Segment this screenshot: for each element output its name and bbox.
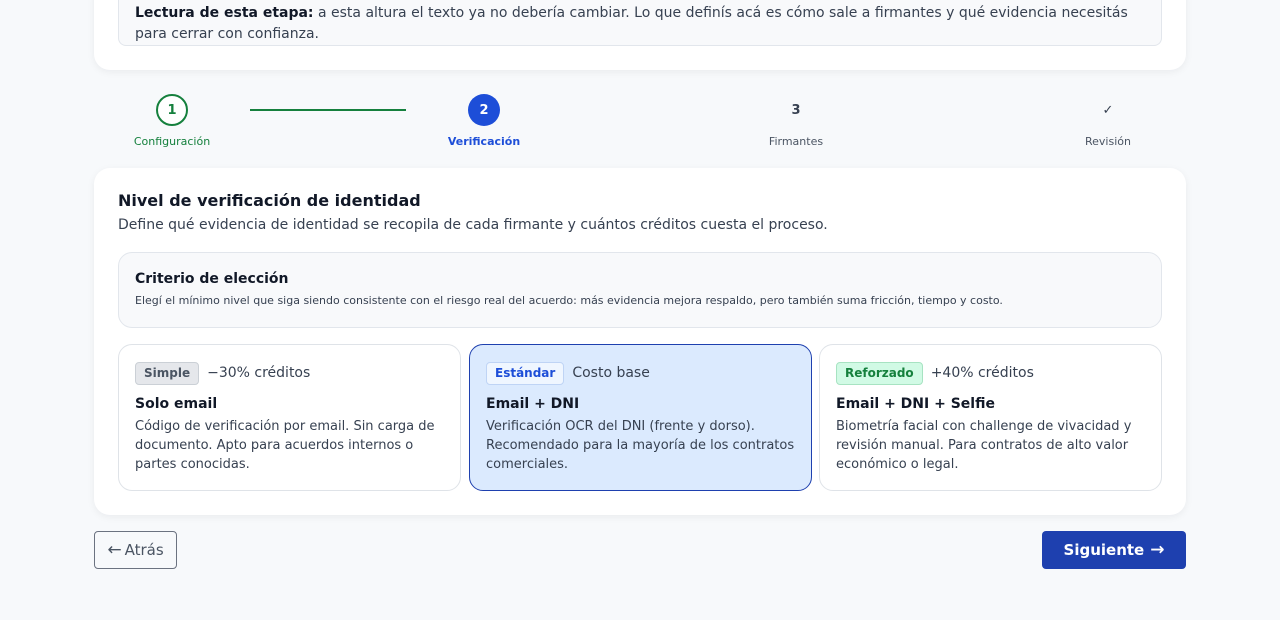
option-title: Solo email xyxy=(135,396,218,412)
step-number: 1 xyxy=(156,94,188,126)
step-number: 3 xyxy=(791,102,801,118)
verification-options: Simple −30% créditos Solo email Código d… xyxy=(118,344,1162,491)
step-label: Configuración xyxy=(133,135,211,148)
option-title: Email + DNI + Selfie xyxy=(836,396,995,412)
credit-cost: Costo base xyxy=(572,365,650,381)
check-icon: ✓ xyxy=(1102,102,1114,118)
section-subtitle: Define qué evidencia de identidad se rec… xyxy=(118,217,828,233)
note-label: Lectura de esta etapa: xyxy=(135,5,314,21)
step-connector xyxy=(250,109,406,111)
credit-cost: −30% créditos xyxy=(207,365,311,381)
option-estandar[interactable]: Estándar Costo base Email + DNI Verifica… xyxy=(469,344,812,491)
back-button-label: Atrás xyxy=(124,541,164,559)
step-label: Firmantes xyxy=(768,135,824,148)
arrow-left-icon: ← xyxy=(107,539,122,560)
step-verificacion[interactable]: 2 Verificación xyxy=(414,94,554,148)
option-simple[interactable]: Simple −30% créditos Solo email Código d… xyxy=(118,344,461,491)
level-badge: Reforzado xyxy=(836,361,923,385)
credit-cost: +40% créditos xyxy=(930,365,1034,381)
option-description: Código de verificación por email. Sin ca… xyxy=(135,419,435,472)
stage-reading-card: Lectura de esta etapa: a esta altura el … xyxy=(94,0,1186,70)
step-label: Revisión xyxy=(1085,135,1131,148)
arrow-right-icon: → xyxy=(1150,539,1165,560)
section-title: Nivel de verificación de identidad xyxy=(118,191,421,210)
step-configuracion[interactable]: 1 Configuración xyxy=(102,94,242,148)
level-badge: Simple xyxy=(135,361,200,385)
wizard-stepper: 1 Configuración 2 Verificación 3 Firmant… xyxy=(0,94,1280,154)
step-label: Verificación xyxy=(447,135,521,148)
back-button[interactable]: ← Atrás xyxy=(94,531,177,569)
step-firmantes[interactable]: 3 Firmantes xyxy=(726,94,866,149)
option-description: Verificación OCR del DNI (frente y dorso… xyxy=(486,419,795,472)
verification-card: Nivel de verificación de identidad Defin… xyxy=(94,168,1186,515)
option-title: Email + DNI xyxy=(486,396,580,412)
stage-reading-note: Lectura de esta etapa: a esta altura el … xyxy=(118,0,1162,46)
next-button-label: Siguiente xyxy=(1063,541,1145,559)
option-reforzado[interactable]: Reforzado +40% créditos Email + DNI + Se… xyxy=(819,344,1162,491)
next-button[interactable]: Siguiente → xyxy=(1042,531,1186,569)
criteria-title: Criterio de elección xyxy=(135,271,289,287)
criteria-box: Criterio de elección Elegí el mínimo niv… xyxy=(118,252,1162,328)
step-revision[interactable]: ✓ Revisión xyxy=(1038,94,1178,149)
step-number: 2 xyxy=(468,94,500,126)
criteria-text: Elegí el mínimo nivel que siga siendo co… xyxy=(135,294,1003,307)
option-description: Biometría facial con challenge de vivaci… xyxy=(836,419,1132,472)
level-badge: Estándar xyxy=(486,361,565,385)
